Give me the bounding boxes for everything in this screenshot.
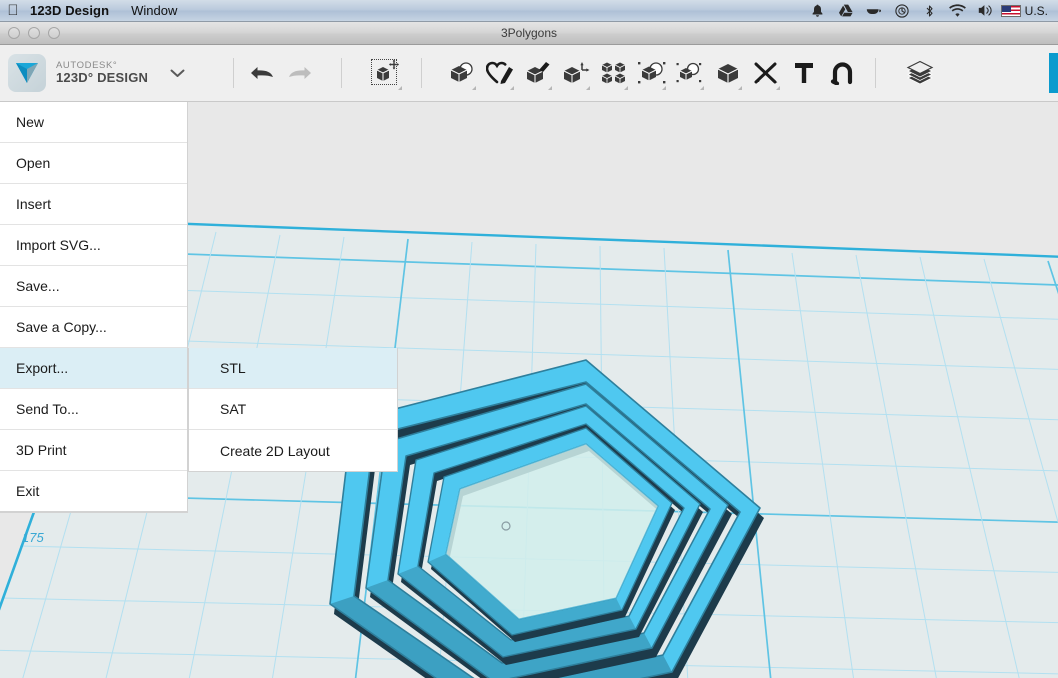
grid-axis-label: 175 — [22, 530, 44, 545]
primitives-button[interactable] — [443, 53, 481, 93]
transform-button[interactable] — [365, 53, 407, 93]
snap-button[interactable] — [823, 53, 861, 93]
redo-button[interactable] — [281, 53, 319, 93]
menu-item-label: Save... — [16, 278, 60, 294]
menu-bar-status-icons: U.S. — [805, 0, 1058, 22]
menu-item-new[interactable]: New — [0, 102, 187, 143]
window-title-bar: 3Polygons — [0, 22, 1058, 45]
tool-expand-corner[interactable] — [510, 86, 515, 90]
submenu-item-stl[interactable]: STL — [189, 348, 397, 389]
submenu-item-label: Create 2D Layout — [220, 442, 330, 459]
panel-accent-bar[interactable] — [1049, 53, 1058, 93]
submenu-item-label: SAT — [220, 401, 247, 417]
chevron-down-icon[interactable] — [170, 68, 185, 78]
google-drive-icon[interactable] — [833, 0, 859, 22]
menu-item-label: Send To... — [16, 401, 79, 417]
text-button[interactable] — [785, 53, 823, 93]
menu-item-window[interactable]: Window — [121, 3, 187, 18]
menu-item-export[interactable]: Export... — [0, 348, 187, 389]
window-title: 3Polygons — [500, 26, 558, 40]
tool-expand-corner[interactable] — [700, 86, 705, 90]
brand-line-2: 123D° DESIGN — [56, 70, 149, 86]
menu-item-exit[interactable]: Exit — [0, 471, 187, 512]
file-menu[interactable]: New Open Insert Import SVG... Save... Sa… — [0, 102, 188, 513]
export-submenu[interactable]: STL SAT Create 2D Layout — [188, 348, 398, 472]
tool-expand-corner[interactable] — [398, 86, 403, 90]
menu-item-send-to[interactable]: Send To... — [0, 389, 187, 430]
modify-button[interactable] — [557, 53, 595, 93]
material-button[interactable] — [709, 53, 747, 93]
toolbar-divider — [233, 58, 235, 88]
time-machine-icon[interactable] — [889, 0, 915, 22]
menu-item-label: New — [16, 114, 45, 130]
tool-expand-corner[interactable] — [738, 86, 743, 90]
cup-icon[interactable] — [861, 0, 887, 22]
menu-item-save[interactable]: Save... — [0, 266, 187, 307]
tool-expand-corner[interactable] — [662, 86, 667, 90]
submenu-item-sat[interactable]: SAT — [189, 389, 397, 430]
menu-item-label: 3D Print — [16, 442, 67, 458]
menu-locale-label[interactable]: U.S. — [1025, 4, 1052, 18]
submenu-item-create-2d-layout[interactable]: Create 2D Layout — [189, 430, 397, 471]
apple-logo-icon[interactable]:  — [0, 0, 26, 22]
layers-tool-group — [899, 53, 941, 93]
undo-button[interactable] — [243, 53, 281, 93]
tool-expand-corner[interactable] — [472, 86, 477, 90]
tool-expand-corner[interactable] — [548, 86, 553, 90]
combine-button[interactable] — [671, 53, 709, 93]
tool-expand-corner[interactable] — [624, 86, 629, 90]
brand-text: AUTODESK° 123D° DESIGN — [56, 61, 148, 85]
brand-area[interactable]: AUTODESK° 123D° DESIGN — [0, 54, 185, 92]
menu-item-label: Exit — [16, 483, 40, 499]
menu-item-insert[interactable]: Insert — [0, 184, 187, 225]
menu-item-label: Export... — [16, 360, 69, 376]
menu-app-name[interactable]: 123D Design — [26, 3, 121, 18]
menu-item-label: Open — [16, 155, 51, 171]
grouping-button[interactable] — [633, 53, 671, 93]
toolbar-divider-3 — [421, 58, 423, 88]
submenu-item-label: STL — [220, 360, 246, 376]
autodesk-123d-logo — [8, 54, 46, 92]
measure-button[interactable] — [747, 53, 785, 93]
macos-menu-bar:  123D Design Window — [0, 0, 1058, 22]
tool-expand-corner[interactable] — [586, 86, 591, 90]
tool-expand-corner[interactable] — [776, 86, 781, 90]
menu-bar-left:  123D Design Window — [0, 0, 187, 22]
menu-item-label: Insert — [16, 196, 52, 212]
bluetooth-icon[interactable] — [917, 0, 943, 22]
toolbar-divider-4 — [875, 58, 877, 88]
transform-tool-group — [365, 53, 407, 93]
app-toolbar: AUTODESK° 123D° DESIGN — [0, 45, 1058, 102]
construct-button[interactable] — [519, 53, 557, 93]
menu-item-open[interactable]: Open — [0, 143, 187, 184]
layers-button[interactable] — [899, 53, 941, 93]
pattern-button[interactable] — [595, 53, 633, 93]
menu-item-save-a-copy[interactable]: Save a Copy... — [0, 307, 187, 348]
toolbar-divider-2 — [341, 58, 343, 88]
menu-item-label: Import SVG... — [16, 237, 101, 253]
menu-item-3d-print[interactable]: 3D Print — [0, 430, 187, 471]
wifi-icon[interactable] — [945, 0, 971, 22]
us-flag-icon — [1000, 4, 1021, 17]
sketch-button[interactable] — [481, 53, 519, 93]
app-window:  123D Design Window — [0, 0, 1058, 678]
menu-item-label: Save a Copy... — [16, 319, 107, 335]
modeling-tool-group — [443, 53, 861, 93]
menu-item-import-svg[interactable]: Import SVG... — [0, 225, 187, 266]
volume-icon[interactable] — [973, 0, 999, 22]
history-tool-group — [243, 53, 319, 93]
bell-icon[interactable] — [805, 0, 831, 22]
